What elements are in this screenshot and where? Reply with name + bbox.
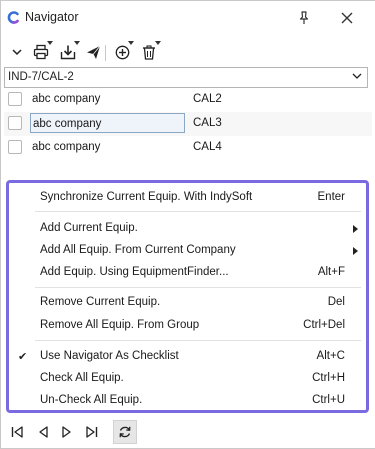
table-row[interactable]: abc company CAL2: [4, 88, 372, 112]
group-select[interactable]: IND-7/CAL-2: [4, 67, 368, 88]
next-record-icon: [62, 426, 71, 438]
collapse-button[interactable]: [6, 41, 28, 63]
company-cell: abc company: [32, 141, 101, 153]
submenu-arrow-icon: [353, 247, 358, 255]
add-dropdown-caret: [128, 41, 134, 45]
add-button[interactable]: [111, 41, 134, 63]
menu-item-shortcut: Ctrl+Del: [303, 319, 345, 331]
table-row[interactable]: abc company CAL3: [4, 112, 372, 136]
menu-item-add-all-company[interactable]: Add All Equip. From Current Company: [9, 241, 366, 261]
row-checkbox[interactable]: [8, 140, 22, 154]
last-record-button[interactable]: [82, 422, 102, 442]
menu-item-label: Check All Equip.: [40, 372, 124, 384]
code-cell: CAL3: [193, 117, 222, 129]
menu-item-label: Remove Current Equip.: [40, 296, 161, 308]
menu-item-shortcut: Enter: [317, 191, 346, 203]
menu-item-label: Use Navigator As Checklist: [40, 350, 179, 362]
trash-icon: [143, 44, 155, 60]
toolbar-divider: [105, 45, 106, 61]
row-checkbox[interactable]: [8, 116, 22, 130]
indysoft-logo-icon: [7, 11, 19, 24]
send-button[interactable]: [82, 41, 104, 63]
menu-item-label: Add Equip. Using EquipmentFinder...: [40, 266, 229, 278]
record-navigation-bar: [1, 417, 375, 447]
close-button[interactable]: [334, 5, 360, 31]
menu-item-check-all[interactable]: Check All Equip. Ctrl+H: [9, 369, 366, 389]
group-select-value: IND-7/CAL-2: [8, 71, 74, 83]
menu-separator: [35, 340, 361, 341]
menu-item-shortcut: Ctrl+H: [312, 372, 345, 384]
last-record-icon: [86, 426, 98, 438]
first-record-icon: [11, 426, 23, 438]
export-dropdown-caret: [74, 41, 80, 45]
submenu-arrow-icon: [353, 225, 358, 233]
code-cell: CAL4: [193, 141, 222, 153]
plus-circle-icon: [115, 45, 129, 59]
delete-dropdown-caret: [155, 41, 161, 45]
menu-item-label: Add Current Equip.: [40, 222, 138, 234]
previous-record-button[interactable]: [33, 422, 53, 442]
checkmark-icon: ✔: [18, 351, 28, 363]
menu-separator: [35, 211, 361, 212]
export-button[interactable]: [57, 41, 80, 63]
printer-icon: [33, 44, 49, 60]
window-title: Navigator: [25, 10, 79, 24]
print-button[interactable]: [30, 41, 53, 63]
menu-item-shortcut: Ctrl+U: [312, 394, 345, 406]
menu-item-shortcut: Alt+C: [316, 350, 345, 362]
row-checkbox[interactable]: [8, 92, 22, 106]
context-menu: Synchronize Current Equip. With IndySoft…: [6, 180, 369, 413]
menu-item-add-current[interactable]: Add Current Equip.: [9, 219, 366, 239]
menu-item-uncheck-all[interactable]: Un-Check All Equip. Ctrl+U: [9, 391, 366, 411]
menu-item-label: Un-Check All Equip.: [40, 394, 143, 406]
refresh-icon: [119, 426, 131, 438]
company-cell[interactable]: abc company: [30, 113, 185, 133]
download-tray-icon: [60, 45, 76, 60]
menu-item-remove-all[interactable]: Remove All Equip. From Group Ctrl+Del: [9, 316, 366, 336]
menu-item-add-using-finder[interactable]: Add Equip. Using EquipmentFinder... Alt+…: [9, 263, 366, 283]
pin-icon: [299, 11, 309, 24]
code-cell: CAL2: [193, 93, 222, 105]
chevron-down-icon: [352, 73, 362, 79]
pin-button[interactable]: [291, 5, 317, 31]
menu-separator: [35, 287, 361, 288]
previous-record-icon: [39, 426, 48, 438]
delete-button[interactable]: [138, 41, 161, 63]
chevron-down-icon: [12, 49, 22, 56]
navigator-window: Navigator IND-7/CAL-2 abc company CAL2 a…: [0, 0, 375, 449]
next-record-button[interactable]: [57, 422, 77, 442]
first-record-button[interactable]: [7, 422, 27, 442]
print-dropdown-caret: [47, 41, 53, 45]
menu-item-label: Remove All Equip. From Group: [40, 319, 200, 331]
toolbar: [1, 39, 375, 65]
menu-item-shortcut: Alt+F: [317, 266, 345, 278]
menu-item-remove-current[interactable]: Remove Current Equip. Del: [9, 293, 366, 313]
menu-item-label: Synchronize Current Equip. With IndySoft: [40, 191, 253, 203]
paper-plane-icon: [86, 45, 100, 59]
menu-item-shortcut: Del: [327, 296, 345, 308]
title-bar: Navigator: [1, 1, 375, 35]
equipment-list: abc company CAL2 abc company CAL3 abc co…: [4, 88, 372, 183]
menu-item-synchronize[interactable]: Synchronize Current Equip. With IndySoft…: [9, 188, 366, 208]
close-icon: [341, 12, 353, 24]
menu-item-use-as-checklist[interactable]: ✔ Use Navigator As Checklist Alt+C: [9, 347, 366, 367]
menu-item-label: Add All Equip. From Current Company: [40, 244, 236, 256]
refresh-button[interactable]: [113, 420, 137, 444]
table-row[interactable]: abc company CAL4: [4, 136, 372, 160]
company-cell: abc company: [32, 93, 101, 105]
